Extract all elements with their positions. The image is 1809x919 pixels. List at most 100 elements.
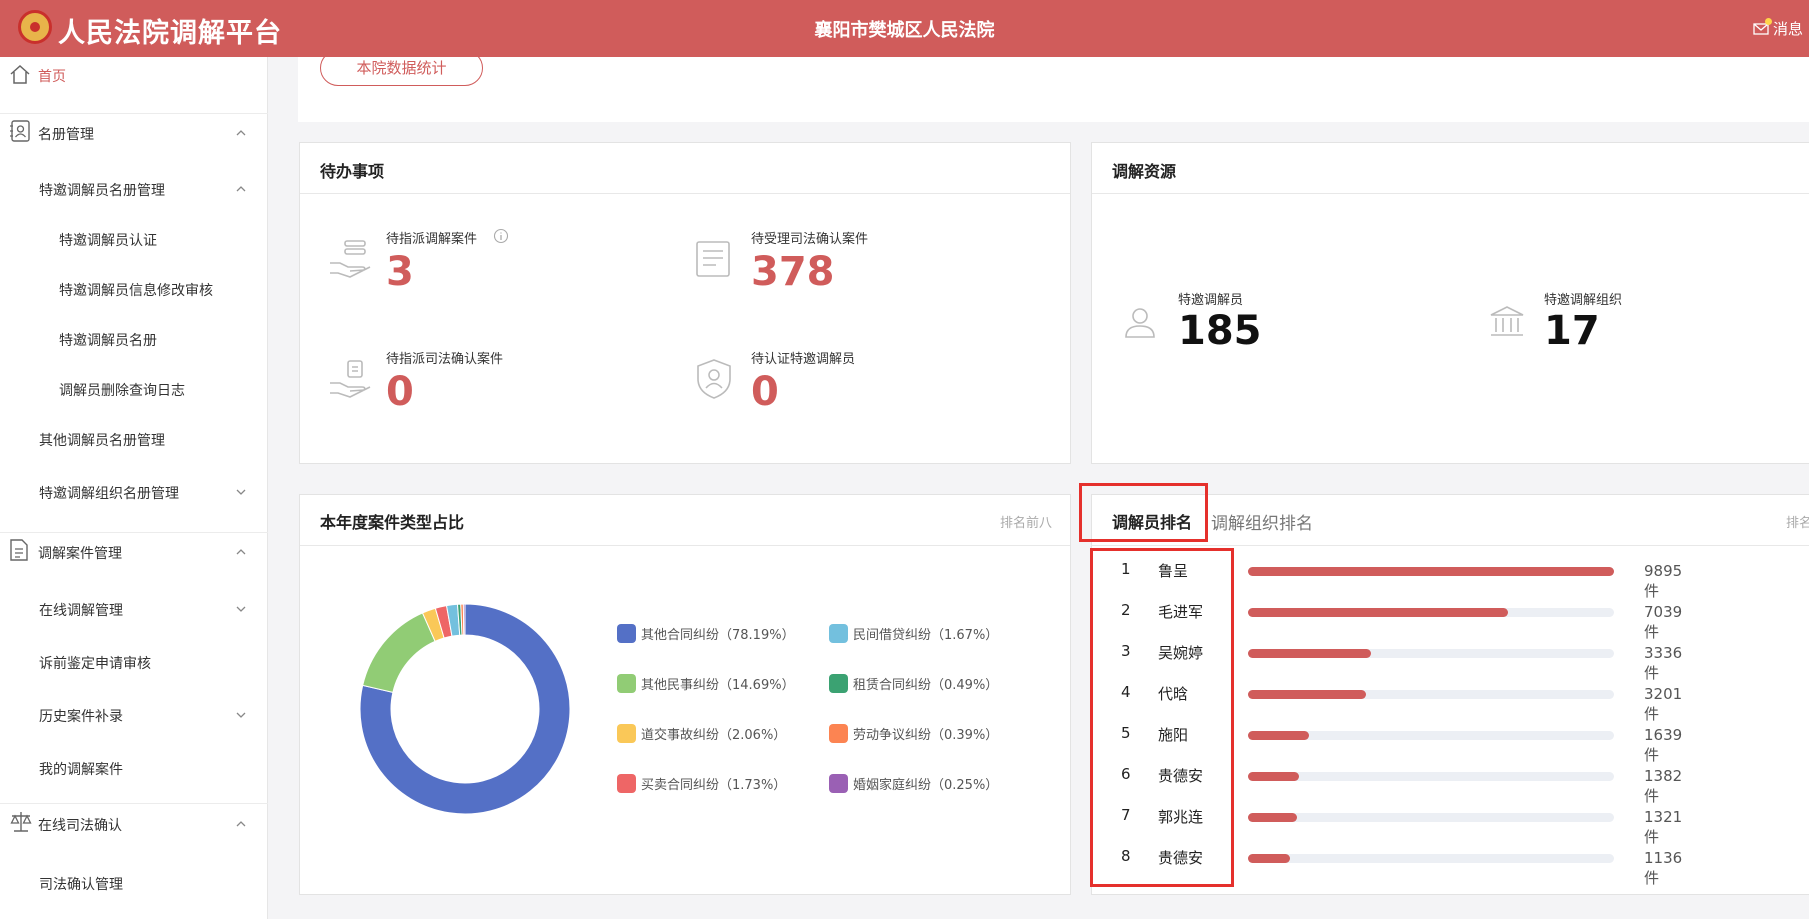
sidebar-item-label: 其他调解员名册管理 <box>39 433 165 449</box>
case-count: 1136件 <box>1644 849 1683 887</box>
case-type-donut-chart <box>359 603 571 815</box>
todo-label: 待认证特邀调解员 <box>751 352 856 367</box>
legend-swatch <box>617 724 636 743</box>
case-type-card: 本年度案件类型占比 排名前八 其他合同纠纷（78.19%） 民间借贷纠纷（1.67… <box>299 494 1071 895</box>
chevron-up-icon <box>236 130 246 136</box>
sidebar-item-label: 特邀调解员信息修改审核 <box>59 283 213 299</box>
sidebar-item-confirmation-management[interactable]: 司法确认管理 <box>0 871 268 901</box>
messages-button[interactable]: 消息 <box>1753 17 1803 39</box>
resource-value: 185 <box>1178 308 1262 354</box>
sidebar-item-label: 特邀调解组织名册管理 <box>39 486 179 502</box>
todo-value: 0 <box>751 369 779 415</box>
sidebar-item-info-review[interactable]: 特邀调解员信息修改审核 <box>0 277 268 307</box>
legend-label: 租赁合同纠纷（0.49%） <box>853 678 999 693</box>
card-title: 调解资源 <box>1112 162 1177 181</box>
todo-label: 待指派司法确认案件 <box>386 352 504 367</box>
sidebar-item-label: 历史案件补录 <box>39 709 123 725</box>
sidebar-item-label: 名册管理 <box>38 127 94 143</box>
sidebar-item-mediator-list[interactable]: 特邀调解员名册 <box>0 327 268 357</box>
progress-fill <box>1248 608 1509 617</box>
sidebar-item-judicial-confirmation[interactable]: 在线司法确认 <box>0 810 268 844</box>
top-bar: 人民法院调解平台 襄阳市樊城区人民法院 消息 <box>0 0 1809 57</box>
progress-track <box>1248 567 1614 576</box>
roster-icon <box>9 119 31 147</box>
legend-item[interactable]: 婚姻家庭纠纷（0.25%） <box>829 774 998 793</box>
legend-label: 其他合同纠纷（78.19%） <box>641 628 795 643</box>
legend-label: 民间借贷纠纷（1.67%） <box>853 628 999 643</box>
top-panel <box>298 57 1809 122</box>
sidebar-item-label: 调解案件管理 <box>38 546 122 562</box>
person-icon <box>1125 308 1155 338</box>
divider <box>300 193 1070 194</box>
divider <box>1092 193 1809 194</box>
tab-organization-ranking[interactable]: 调解组织排名 <box>1211 509 1313 534</box>
legend-item[interactable]: 租赁合同纠纷（0.49%） <box>829 674 998 693</box>
legend-item[interactable]: 其他民事纠纷（14.69%） <box>617 674 795 693</box>
progress-track <box>1248 690 1614 699</box>
progress-fill <box>1248 690 1367 699</box>
card-title: 待办事项 <box>320 162 385 181</box>
legend-swatch <box>617 674 636 693</box>
card-title: 本年度案件类型占比 <box>320 513 465 532</box>
sidebar-item-online-mediation[interactable]: 在线调解管理 <box>0 597 268 627</box>
resource-label: 特邀调解组织 <box>1544 293 1623 308</box>
info-icon[interactable] <box>493 228 509 244</box>
legend-swatch <box>617 774 636 793</box>
legend-swatch <box>829 674 848 693</box>
resource-label: 特邀调解员 <box>1178 293 1244 308</box>
sidebar-item-label: 司法确认管理 <box>39 877 123 893</box>
legend-item[interactable]: 劳动争议纠纷（0.39%） <box>829 724 998 743</box>
institution-icon <box>1490 306 1524 336</box>
sidebar-item-appraisal-review[interactable]: 诉前鉴定申请审核 <box>0 650 268 680</box>
legend-swatch <box>829 624 848 643</box>
legend-item[interactable]: 买卖合同纠纷（1.73%） <box>617 774 786 793</box>
sidebar-item-mediator-certification[interactable]: 特邀调解员认证 <box>0 227 268 257</box>
legend-item[interactable]: 民间借贷纠纷（1.67%） <box>829 624 998 643</box>
progress-track <box>1248 772 1614 781</box>
sidebar-item-history-supplement[interactable]: 历史案件补录 <box>0 703 268 733</box>
sidebar: 首页 名册管理 特邀调解员名册管理 特邀调解员认证 特邀调解员信息修改审核 特邀… <box>0 57 268 919</box>
sidebar-item-case-management[interactable]: 调解案件管理 <box>0 538 268 572</box>
legend-label: 买卖合同纠纷（1.73%） <box>641 778 787 793</box>
legend-item[interactable]: 道交事故纠纷（2.06%） <box>617 724 786 743</box>
sidebar-item-deletion-log[interactable]: 调解员删除查询日志 <box>0 377 268 407</box>
todo-value: 0 <box>386 369 414 415</box>
messages-label: 消息 <box>1772 20 1803 38</box>
progress-track <box>1248 813 1614 822</box>
sidebar-item-roster[interactable]: 名册管理 <box>0 119 268 153</box>
court-statistics-button[interactable]: 本院数据统计 <box>320 50 483 86</box>
sidebar-item-mediator-roster[interactable]: 特邀调解员名册管理 <box>0 177 268 207</box>
sidebar-item-label: 我的调解案件 <box>39 762 123 778</box>
scale-icon <box>9 810 33 838</box>
sidebar-item-org-roster[interactable]: 特邀调解组织名册管理 <box>0 480 268 510</box>
divider <box>0 532 268 533</box>
sidebar-item-home[interactable]: 首页 <box>0 63 268 97</box>
todo-value: 378 <box>751 249 835 295</box>
progress-fill <box>1248 854 1291 863</box>
highlight-box-names <box>1090 548 1234 887</box>
donut-slice[interactable] <box>362 612 436 693</box>
sidebar-item-label: 调解员删除查询日志 <box>59 383 185 399</box>
donut-slice[interactable] <box>462 603 466 636</box>
sidebar-item-label: 特邀调解员认证 <box>59 233 157 249</box>
unread-dot <box>1764 17 1772 25</box>
sidebar-item-other-roster[interactable]: 其他调解员名册管理 <box>0 427 268 457</box>
document-icon <box>9 538 29 566</box>
progress-track <box>1248 649 1614 658</box>
home-icon <box>9 63 31 89</box>
divider <box>300 545 1070 546</box>
legend-item[interactable]: 其他合同纠纷（78.19%） <box>617 624 795 643</box>
sidebar-item-my-cases[interactable]: 我的调解案件 <box>0 756 268 786</box>
divider <box>0 803 268 804</box>
todo-value: 3 <box>386 249 414 295</box>
legend-swatch <box>829 774 848 793</box>
progress-fill <box>1248 731 1309 740</box>
progress-fill <box>1248 649 1372 658</box>
shield-user-icon <box>697 359 731 399</box>
progress-track <box>1248 608 1614 617</box>
todo-card: 待办事项 待指派调解案件 3 待受理司法确认案件 378 待指派司法确认案件 0… <box>299 142 1071 464</box>
progress-track <box>1248 854 1614 863</box>
progress-fill <box>1248 567 1614 576</box>
progress-fill <box>1248 813 1297 822</box>
hand-documents-icon <box>330 240 371 278</box>
